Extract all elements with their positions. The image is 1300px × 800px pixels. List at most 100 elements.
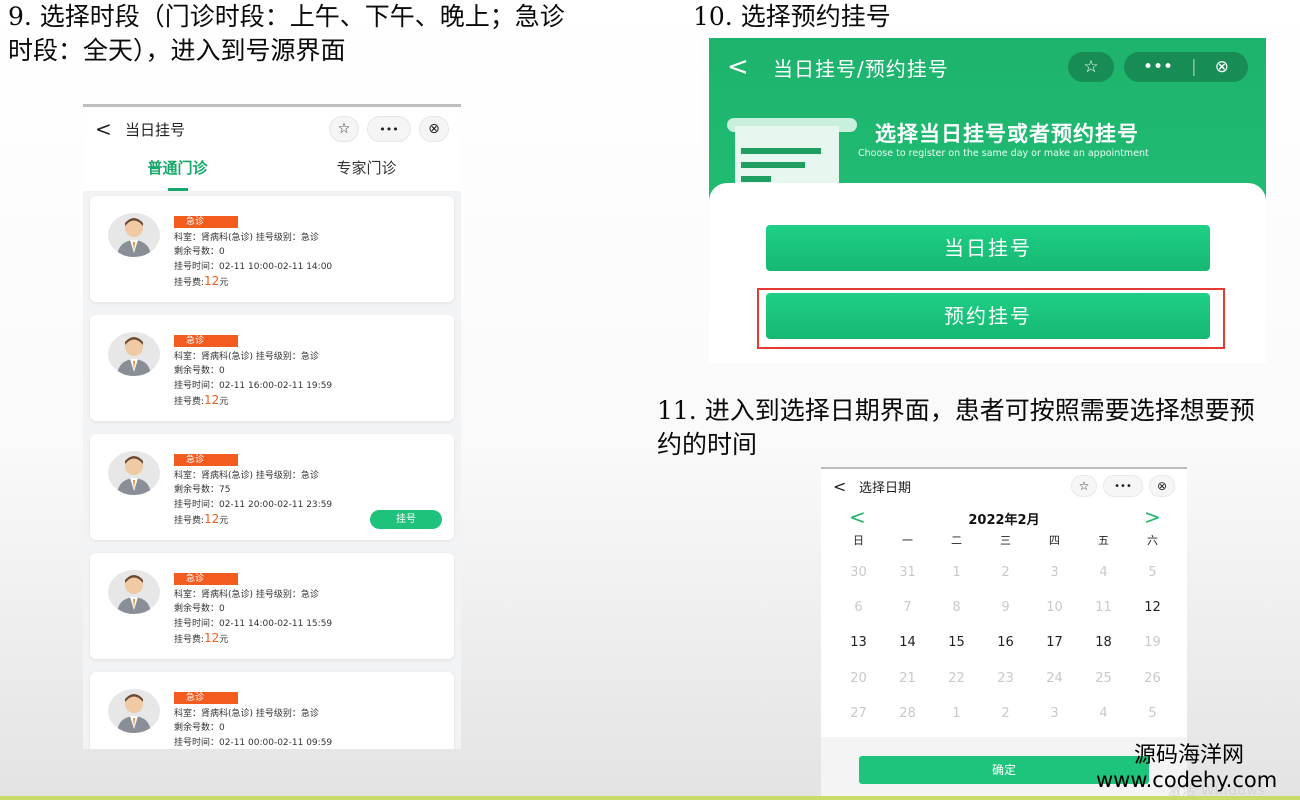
- remain-line: 剩余号数：0: [174, 247, 225, 257]
- calendar-day: 11: [1095, 600, 1112, 616]
- calendar-day: 5: [1148, 565, 1157, 580]
- star-icon[interactable]: ☆: [329, 116, 359, 142]
- step9-caption-line1: 9. 选择时段（门诊时段：上午、下午、晚上；急诊: [8, 2, 565, 31]
- calendar-day: 26: [1144, 670, 1161, 686]
- calendar-day: 4: [1099, 705, 1108, 721]
- subheading: Choose to register on the same day or ma…: [858, 148, 1149, 159]
- weekday-label: 日: [853, 534, 864, 547]
- fee-unit: 元: [219, 635, 229, 645]
- fee-unit: 元: [219, 397, 229, 407]
- fee-label: 挂号费:: [174, 516, 205, 526]
- nav-bar: < 当日挂号/预约挂号 ☆ ••• | ⊗: [709, 38, 1266, 96]
- weekday-label: 二: [951, 534, 962, 547]
- calendar-day: 20: [850, 670, 867, 686]
- emergency-badge: 急诊: [174, 335, 238, 347]
- fee-value: 12: [204, 393, 220, 407]
- same-day-registration-button[interactable]: 当日挂号: [766, 225, 1210, 271]
- more-icon[interactable]: •••: [367, 116, 411, 142]
- calendar-day: 10: [1046, 600, 1063, 616]
- calendar-day[interactable]: 12: [1128, 600, 1177, 635]
- fee-line: 挂号费:12元: [174, 631, 228, 645]
- prev-month-icon[interactable]: <: [849, 505, 866, 529]
- weekday-label: 六: [1147, 534, 1158, 547]
- calendar-day: 25: [1095, 670, 1112, 686]
- calendar-day: 24: [1046, 670, 1063, 686]
- mini-program-capsule: ☆ ••• ⊗: [1071, 475, 1175, 497]
- heading: 选择当日挂号或者预约挂号: [875, 122, 1139, 146]
- slot-card: 急诊 科室：肾病科(急诊) 挂号级别：急诊 剩余号数：0 挂号时间：02-11 14:…: [90, 553, 454, 659]
- capsule-buttons: ••• | ⊗: [1124, 52, 1248, 82]
- fee-label: 挂号费:: [174, 397, 205, 407]
- calendar-header: 2022年2月 < >: [821, 505, 1187, 529]
- calendar-day: 2: [1001, 565, 1010, 580]
- slot-card: 急诊 科室：肾病科(急诊) 挂号级别：急诊 剩余号数：0 挂号时间：02-11 10:…: [90, 196, 454, 302]
- calendar-day: 6: [854, 600, 863, 616]
- nav-bar: < 当日挂号 ☆ ••• ⊗: [83, 107, 461, 151]
- calendar-day[interactable]: 16: [981, 635, 1030, 670]
- doctor-avatar: [108, 451, 160, 495]
- page-title: 当日挂号: [125, 120, 186, 139]
- fee-unit: 元: [219, 516, 229, 526]
- registration-type-screen: < 当日挂号/预约挂号 ☆ ••• | ⊗ 选择当日挂号或者预约挂号 Choos…: [709, 38, 1266, 363]
- more-icon[interactable]: •••: [1103, 475, 1143, 497]
- emergency-badge: 急诊: [174, 454, 238, 466]
- calendar-grid: 30 31 1 2 3 4 5 6 7 8 9 10 11 12 13 14 15 16 17 18 19 20 21 22 2…: [834, 565, 1177, 741]
- time-line: 挂号时间：02-11 20:00-02-11 23:59: [174, 500, 333, 510]
- fee-line: 挂号费:12元: [174, 393, 228, 407]
- capsule-divider: |: [1191, 57, 1197, 77]
- star-icon[interactable]: ☆: [1071, 475, 1097, 497]
- calendar-day[interactable]: 13: [834, 635, 883, 670]
- fee-label: 挂号费:: [174, 278, 205, 288]
- page-title: 当日挂号/预约挂号: [773, 56, 949, 81]
- calendar-day: 27: [850, 705, 867, 721]
- calendar-day[interactable]: 18: [1079, 635, 1128, 670]
- close-icon[interactable]: ⊗: [1149, 475, 1175, 497]
- calendar-day: 5: [1148, 705, 1157, 721]
- dept-line: 科室：肾病科(急诊) 挂号级别：急诊: [174, 590, 319, 600]
- calendar-day[interactable]: 17: [1030, 635, 1079, 670]
- bottom-strip: [0, 796, 1300, 800]
- calendar-day: 2: [1001, 705, 1010, 721]
- close-icon[interactable]: ⊗: [1215, 57, 1229, 77]
- nav-bar: < 选择日期 ☆ ••• ⊗: [821, 469, 1187, 503]
- weekday-label: 四: [1049, 534, 1060, 547]
- back-arrow-icon[interactable]: <: [727, 52, 773, 82]
- watermark-line1: 源码海洋网: [1134, 743, 1245, 768]
- same-day-registration-screen: < 当日挂号 ☆ ••• ⊗ 普通门诊 专家门诊 急诊 科室：肾病科(急诊) 挂号…: [83, 104, 461, 749]
- doctor-avatar: [108, 689, 160, 733]
- star-icon[interactable]: ☆: [1068, 52, 1114, 82]
- remain-line: 剩余号数：75: [174, 485, 231, 495]
- weekday-label: 三: [1000, 534, 1011, 547]
- close-icon[interactable]: ⊗: [419, 116, 449, 142]
- weekday-row: 日一二三四五六: [834, 532, 1177, 548]
- calendar-day: 19: [1144, 635, 1161, 651]
- slot-card: 急诊 科室：肾病科(急诊) 挂号级别：急诊 剩余号数：0 挂号时间：02-11 16:…: [90, 315, 454, 421]
- back-arrow-icon[interactable]: <: [833, 477, 859, 496]
- calendar-day: 22: [948, 670, 965, 686]
- page-title: 选择日期: [859, 480, 912, 496]
- calendar-day: 31: [899, 565, 916, 580]
- doctor-avatar: [108, 570, 160, 614]
- next-month-icon[interactable]: >: [1144, 505, 1161, 529]
- calendar-day[interactable]: 14: [883, 635, 932, 670]
- dept-line: 科室：肾病科(急诊) 挂号级别：急诊: [174, 471, 319, 481]
- time-line: 挂号时间：02-11 16:00-02-11 19:59: [174, 381, 333, 391]
- calendar-day: 1: [952, 705, 961, 721]
- tab-general-clinic[interactable]: 普通门诊: [83, 151, 272, 191]
- calendar-day: 9: [1001, 600, 1010, 616]
- emergency-badge: 急诊: [174, 692, 238, 704]
- register-button[interactable]: 挂号: [370, 510, 442, 529]
- slot-card: 急诊 科室：肾病科(急诊) 挂号级别：急诊 剩余号数：0 挂号时间：02-11 00:…: [90, 672, 454, 749]
- fee-value: 12: [204, 631, 220, 645]
- doctor-avatar: [108, 213, 160, 257]
- back-arrow-icon[interactable]: <: [95, 117, 125, 141]
- calendar-day: 23: [997, 670, 1014, 686]
- calendar-day[interactable]: 15: [932, 635, 981, 670]
- more-icon[interactable]: •••: [1143, 57, 1173, 77]
- step10-caption: 10. 选择预约挂号: [693, 2, 891, 31]
- calendar-day: 1: [952, 565, 961, 580]
- doctor-avatar: [108, 332, 160, 376]
- dept-line: 科室：肾病科(急诊) 挂号级别：急诊: [174, 709, 319, 719]
- tab-expert-clinic[interactable]: 专家门诊: [272, 151, 461, 191]
- dept-line: 科室：肾病科(急诊) 挂号级别：急诊: [174, 233, 319, 243]
